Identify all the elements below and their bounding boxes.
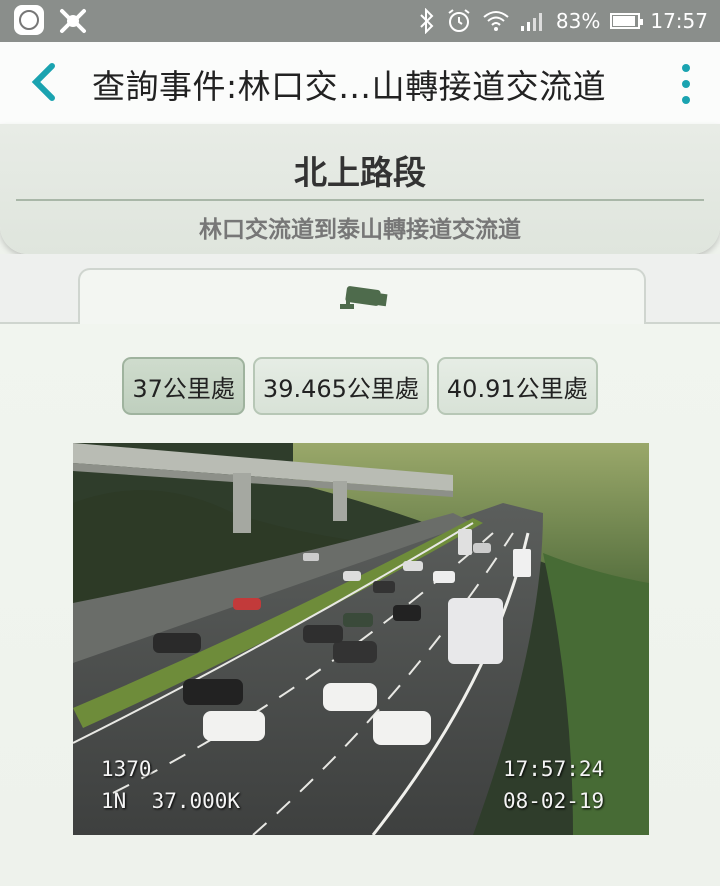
section-header: 北上路段 林口交流道到泰山轉接道交流道 xyxy=(0,124,720,254)
back-arrow-icon[interactable] xyxy=(24,60,64,104)
camera-location-overlay: 1N 37.000K xyxy=(101,789,241,813)
tab-strip xyxy=(0,254,720,326)
content: 37公里處 39.465公里處 40.91公里處 1370 1N 37.000K… xyxy=(0,324,720,886)
status-bar: 83% 17:57 xyxy=(0,0,720,42)
camera-icon xyxy=(340,286,388,309)
section-title: 北上路段 xyxy=(294,153,426,192)
tab-camera[interactable] xyxy=(78,268,646,326)
page-title: 查詢事件:林口交…山轉接道交流道 xyxy=(92,67,607,106)
bluetooth-icon xyxy=(420,8,434,34)
signal-icon xyxy=(520,13,542,31)
km-button-4091[interactable]: 40.91公里處 xyxy=(436,357,598,415)
camera-date-overlay: 08-02-19 xyxy=(503,789,605,813)
section-subtitle: 林口交流道到泰山轉接道交流道 xyxy=(199,217,521,243)
camera-id-overlay: 1370 xyxy=(101,757,152,781)
camera-time-overlay: 17:57:24 xyxy=(503,757,605,781)
km-button-37[interactable]: 37公里處 xyxy=(122,357,245,415)
km-button-39465[interactable]: 39.465公里處 xyxy=(252,357,429,415)
warning-app-icon xyxy=(60,9,86,33)
battery-icon xyxy=(610,13,644,29)
clock: 17:57 xyxy=(650,9,708,33)
app-icon xyxy=(14,5,44,35)
app-bar: 查詢事件:林口交…山轉接道交流道 xyxy=(0,42,720,124)
km-selector: 37公里處 39.465公里處 40.91公里處 xyxy=(0,357,720,415)
battery-percent: 83% xyxy=(555,9,601,33)
camera-snapshot: 1370 1N 37.000K 17:57:24 08-02-19 xyxy=(73,443,649,835)
alarm-icon xyxy=(448,9,470,32)
overflow-menu-icon[interactable] xyxy=(680,64,692,104)
wifi-icon xyxy=(483,11,509,31)
divider xyxy=(16,199,704,201)
